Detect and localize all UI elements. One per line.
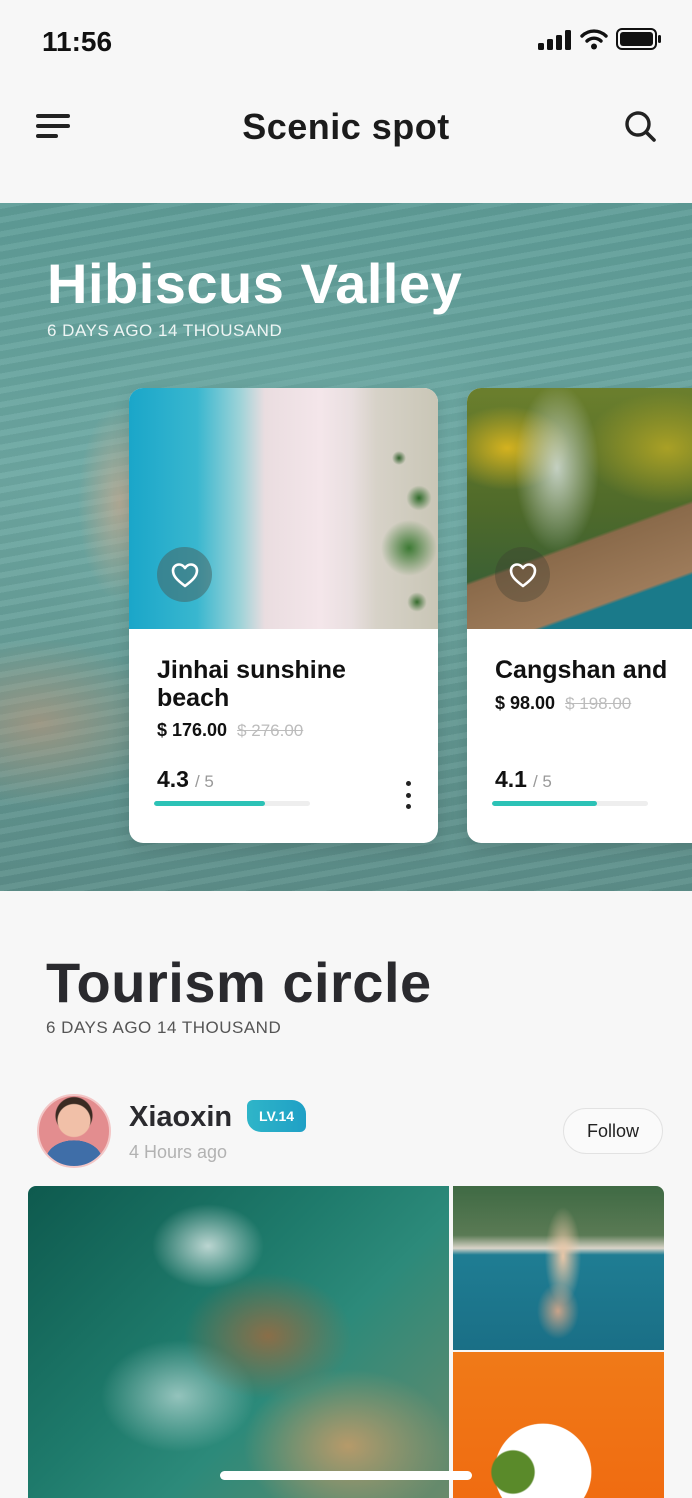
- spot-card[interactable]: Jinhai sunshine beach $ 176.00 $ 276.00 …: [129, 388, 438, 843]
- spot-card-rating: 4.3: [157, 766, 189, 792]
- section-title: Tourism circle: [46, 951, 432, 1014]
- spot-card-price: $ 98.00: [495, 693, 556, 713]
- rating-bar: [154, 801, 310, 806]
- heart-icon[interactable]: [157, 547, 212, 602]
- rating-bar-fill: [492, 801, 597, 806]
- section-subtitle: 6 DAYS AGO 14 THOUSAND: [46, 1018, 282, 1037]
- spot-card-rating: 4.1: [495, 766, 527, 792]
- spot-card-name: Cangshan and: [495, 656, 668, 684]
- post-photo-coast[interactable]: [28, 1186, 449, 1498]
- spot-card-old-price: $ 198.00: [565, 694, 632, 713]
- post-username[interactable]: Xiaoxin: [129, 1101, 232, 1134]
- search-icon[interactable]: [624, 110, 658, 144]
- spot-card[interactable]: Cangshan and $ 98.00 $ 198.00 4.1 / 5: [467, 388, 692, 843]
- rating-bar: [492, 801, 648, 806]
- spot-card-price: $ 176.00: [157, 720, 228, 740]
- page-title: Scenic spot: [242, 106, 450, 147]
- home-indicator: [220, 1471, 472, 1480]
- hero-banner: Hibiscus Valley 6 DAYS AGO 14 THOUSAND J…: [0, 203, 692, 891]
- signal-icon: [538, 30, 571, 50]
- spot-card-rating-max: / 5: [532, 772, 552, 791]
- battery-icon: [616, 28, 661, 50]
- more-options-icon[interactable]: [398, 781, 418, 809]
- hero-title: Hibiscus Valley: [47, 252, 463, 315]
- level-badge: LV.14: [247, 1100, 307, 1132]
- post-photo-swimmer[interactable]: [453, 1186, 664, 1350]
- follow-button[interactable]: Follow: [563, 1108, 663, 1154]
- post-photo-food[interactable]: [453, 1352, 664, 1498]
- heart-icon[interactable]: [495, 547, 550, 602]
- avatar[interactable]: [37, 1094, 111, 1168]
- post-time: 4 Hours ago: [129, 1142, 228, 1162]
- spot-card-rating-max: / 5: [194, 772, 214, 791]
- status-time: 11:56: [42, 26, 113, 57]
- wifi-icon: [580, 29, 608, 50]
- spot-card-old-price: $ 276.00: [237, 721, 304, 740]
- spot-card-image: [467, 388, 692, 629]
- rating-bar-fill: [154, 801, 265, 806]
- status-icons: [538, 28, 662, 50]
- spot-card-name: Jinhai sunshine beach: [157, 656, 346, 712]
- hero-subtitle: 6 DAYS AGO 14 THOUSAND: [47, 321, 283, 340]
